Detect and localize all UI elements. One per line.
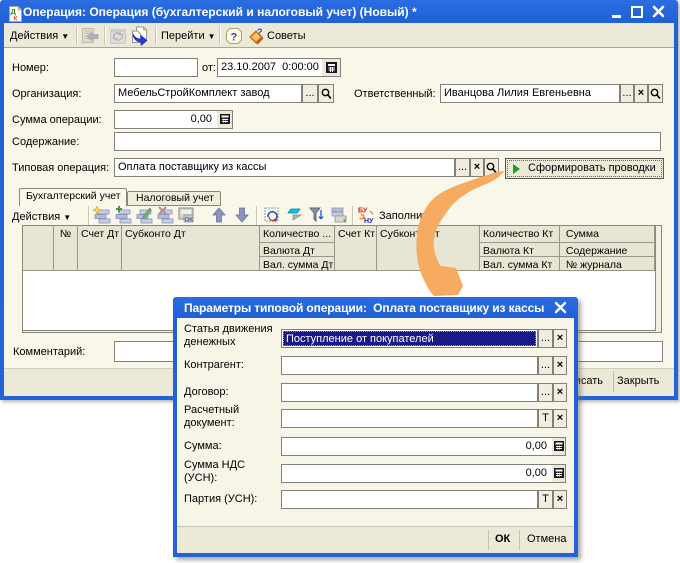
svg-text:НУ: НУ xyxy=(364,218,374,225)
svg-text:OK: OK xyxy=(185,218,195,224)
svg-text:БУ: БУ xyxy=(358,208,368,215)
svg-text:?: ? xyxy=(257,27,263,37)
svg-text:К: К xyxy=(14,16,18,23)
svg-text:?: ? xyxy=(231,32,238,44)
